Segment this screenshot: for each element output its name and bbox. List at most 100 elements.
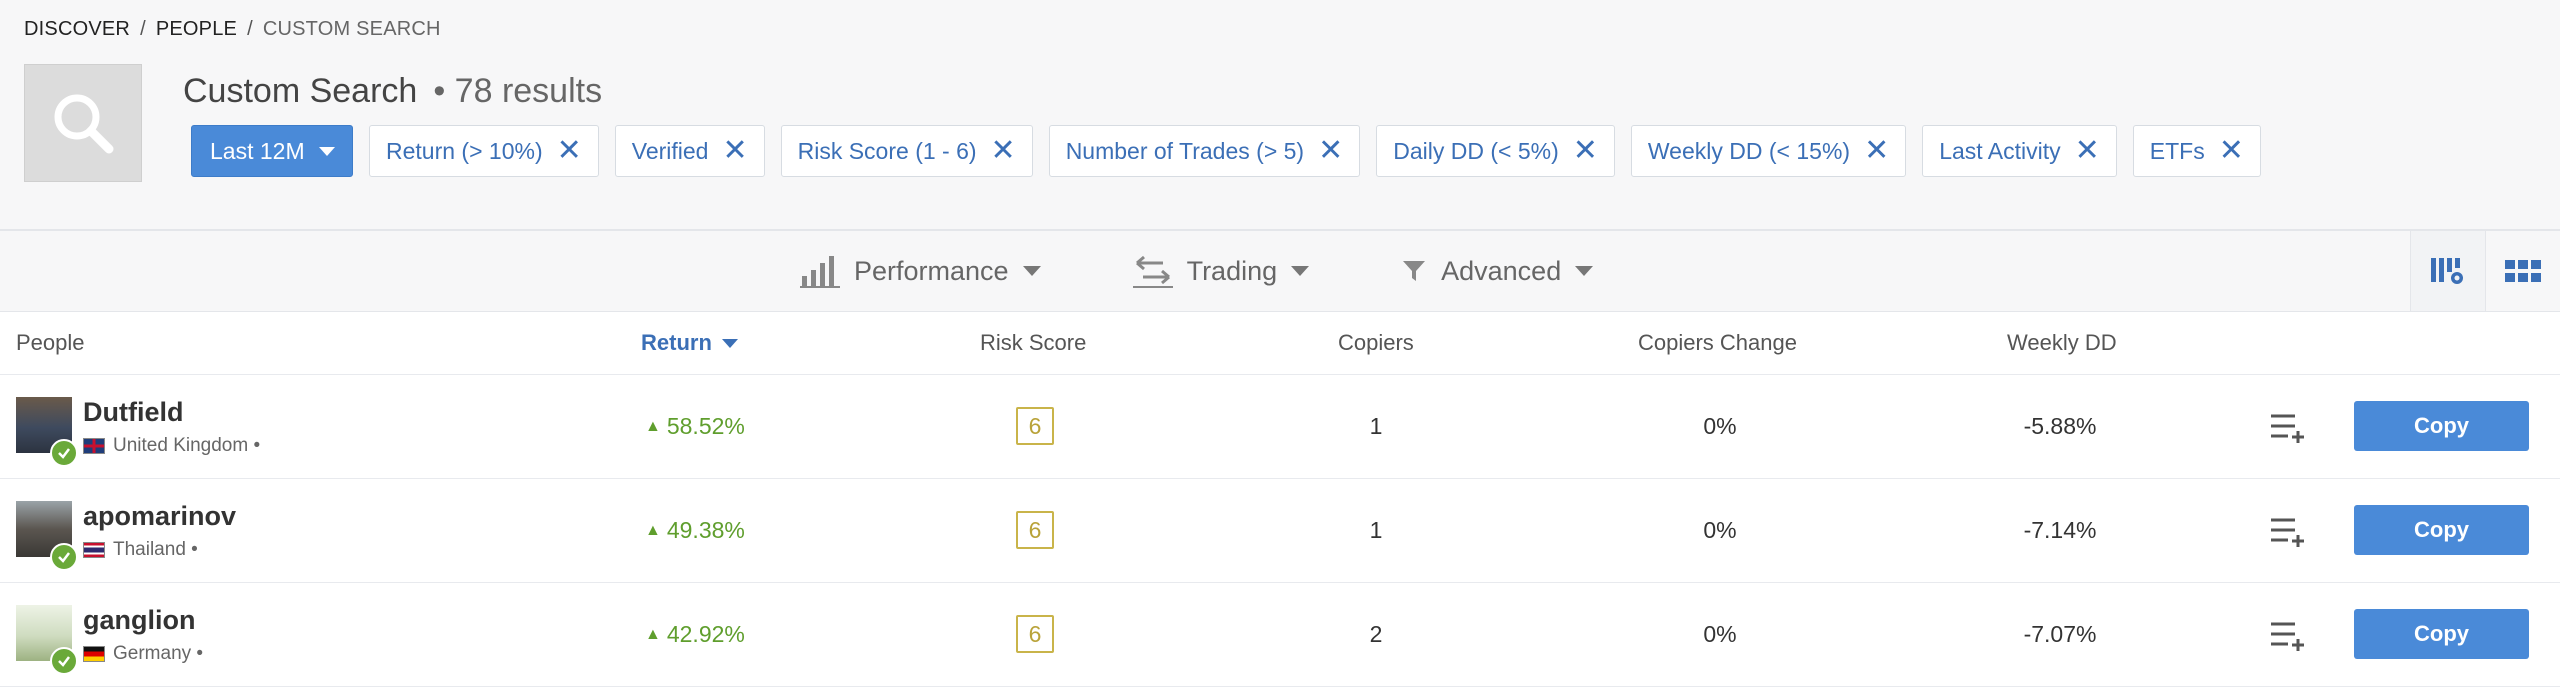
filter-chip-etfs[interactable]: ETFs ✕ bbox=[2132, 125, 2261, 177]
table-row[interactable]: apomarinov Thailand • ▲ 49.38% 6 1 0% -7.… bbox=[0, 479, 2560, 583]
remove-filter-icon[interactable]: ✕ bbox=[1573, 136, 1598, 166]
page-header: DISCOVER / PEOPLE / CUSTOM SEARCH Custom Sea… bbox=[0, 0, 2560, 231]
weekly-dd-value: -7.14% bbox=[2023, 517, 2097, 543]
uk-flag-icon bbox=[83, 438, 105, 454]
breadcrumb-separator: / bbox=[140, 18, 146, 40]
remove-filter-icon[interactable]: ✕ bbox=[2219, 136, 2244, 166]
remove-filter-icon[interactable]: ✕ bbox=[722, 136, 747, 166]
column-weekly-dd[interactable]: Weekly DD bbox=[2007, 312, 2117, 374]
trader-name[interactable]: Dutfield bbox=[83, 397, 184, 428]
verified-check-icon bbox=[50, 439, 78, 467]
return-text: 49.38% bbox=[666, 517, 745, 543]
copiers-value: 2 bbox=[1369, 621, 1383, 647]
breadcrumb-current: CUSTOM SEARCH bbox=[262, 18, 441, 40]
copiers-change-value: 0% bbox=[1703, 621, 1737, 647]
return-text: 58.52% bbox=[666, 413, 745, 439]
table-row[interactable]: Dutfield United Kingdom • ▲ 58.52% 6 1 0%… bbox=[0, 375, 2560, 479]
swap-arrows-icon bbox=[1132, 255, 1173, 288]
remove-filter-icon[interactable]: ✕ bbox=[1318, 136, 1343, 166]
column-menus: Performance Trading Advanced bbox=[800, 231, 1685, 311]
view-toggles bbox=[2410, 231, 2560, 311]
trading-menu[interactable]: Trading bbox=[1132, 254, 1310, 288]
return-value: ▲ 58.52% bbox=[645, 375, 745, 478]
advanced-label: Advanced bbox=[1441, 255, 1562, 286]
copiers-change-value: 0% bbox=[1703, 413, 1737, 439]
filter-chip-last-activity[interactable]: Last Activity ✕ bbox=[1922, 125, 2117, 177]
breadcrumb-people[interactable]: PEOPLE bbox=[156, 18, 237, 40]
trader-country: Germany • bbox=[83, 643, 203, 665]
table-header: People Return Risk Score Copiers Copiers… bbox=[0, 312, 2560, 375]
grid-view-button[interactable] bbox=[2485, 231, 2560, 311]
filter-chip-daily-dd[interactable]: Daily DD (< 5%) ✕ bbox=[1376, 125, 1615, 177]
risk-score-badge: 6 bbox=[1016, 615, 1054, 653]
risk-score-badge: 6 bbox=[1016, 511, 1054, 549]
list-settings-button[interactable] bbox=[2410, 231, 2485, 311]
return-text: 42.92% bbox=[666, 621, 745, 647]
table-row[interactable]: ganglion Germany • ▲ 42.92% 6 2 0% -7.07%… bbox=[0, 583, 2560, 687]
weekly-dd-value: -7.07% bbox=[2023, 621, 2097, 647]
weekly-dd-value: -5.88% bbox=[2023, 413, 2097, 439]
add-to-watchlist-icon[interactable] bbox=[2268, 511, 2308, 551]
filter-chips: Last 12M Return (> 10%) ✕ Verified ✕ Risk … bbox=[191, 125, 2261, 177]
chevron-down-icon bbox=[318, 146, 335, 156]
breadcrumb: DISCOVER / PEOPLE / CUSTOM SEARCH bbox=[24, 18, 441, 41]
trader-name[interactable]: apomarinov bbox=[83, 501, 236, 532]
chevron-down-icon bbox=[1575, 266, 1594, 276]
column-return-label: Return bbox=[641, 330, 712, 355]
column-copiers[interactable]: Copiers bbox=[1338, 312, 1414, 374]
column-copiers-change[interactable]: Copiers Change bbox=[1638, 312, 1797, 374]
add-to-watchlist-icon[interactable] bbox=[2268, 407, 2308, 447]
filter-chip-label: Number of Trades (> 5) bbox=[1065, 137, 1305, 164]
copy-button[interactable]: Copy bbox=[2354, 401, 2529, 451]
trader-country: Thailand • bbox=[83, 539, 198, 561]
add-to-watchlist-icon[interactable] bbox=[2268, 615, 2308, 655]
trading-label: Trading bbox=[1186, 255, 1278, 286]
advanced-menu[interactable]: Advanced bbox=[1401, 255, 1594, 287]
results-count: • 78 results bbox=[433, 72, 603, 110]
remove-filter-icon[interactable]: ✕ bbox=[991, 136, 1016, 166]
filter-chip-weekly-dd[interactable]: Weekly DD (< 15%) ✕ bbox=[1630, 125, 1907, 177]
column-people[interactable]: People bbox=[16, 312, 85, 374]
filter-chip-label: Daily DD (< 5%) bbox=[1393, 137, 1559, 164]
arrow-up-icon: ▲ bbox=[645, 417, 661, 435]
verified-check-icon bbox=[50, 543, 78, 571]
filter-chip-verified[interactable]: Verified ✕ bbox=[614, 125, 765, 177]
breadcrumb-discover[interactable]: DISCOVER bbox=[24, 18, 130, 40]
filter-funnel-icon bbox=[1403, 261, 1426, 281]
column-return[interactable]: Return bbox=[641, 312, 738, 374]
filter-chip-label: Verified bbox=[631, 137, 709, 164]
search-avatar-tile bbox=[24, 64, 142, 182]
copiers-value: 1 bbox=[1369, 413, 1383, 439]
remove-filter-icon[interactable]: ✕ bbox=[2075, 136, 2100, 166]
grid-view-icon bbox=[2505, 260, 2541, 282]
filter-chip-risk-score[interactable]: Risk Score (1 - 6) ✕ bbox=[780, 125, 1033, 177]
column-risk-score[interactable]: Risk Score bbox=[980, 312, 1086, 374]
filter-chip-label: Risk Score (1 - 6) bbox=[797, 137, 977, 164]
copy-button[interactable]: Copy bbox=[2354, 609, 2529, 659]
copiers-value: 1 bbox=[1369, 517, 1383, 543]
trader-name[interactable]: ganglion bbox=[83, 605, 195, 636]
column-toolbar: Performance Trading Advanced bbox=[0, 231, 2560, 312]
return-value: ▲ 49.38% bbox=[645, 479, 745, 582]
remove-filter-icon[interactable]: ✕ bbox=[1864, 136, 1889, 166]
trader-country: United Kingdom • bbox=[83, 435, 260, 457]
performance-menu[interactable]: Performance bbox=[800, 254, 1041, 288]
filter-chip-number-of-trades[interactable]: Number of Trades (> 5) ✕ bbox=[1048, 125, 1361, 177]
sort-desc-icon bbox=[721, 338, 738, 348]
country-label: United Kingdom • bbox=[113, 435, 261, 456]
filter-chip-label: Weekly DD (< 15%) bbox=[1647, 137, 1851, 164]
search-icon bbox=[54, 94, 114, 154]
arrow-up-icon: ▲ bbox=[645, 625, 661, 643]
period-dropdown[interactable]: Last 12M bbox=[191, 125, 353, 177]
copy-button[interactable]: Copy bbox=[2354, 505, 2529, 555]
filter-chip-return[interactable]: Return (> 10%) ✕ bbox=[369, 125, 599, 177]
chevron-down-icon bbox=[1022, 266, 1041, 276]
copiers-change-value: 0% bbox=[1703, 517, 1737, 543]
breadcrumb-separator: / bbox=[247, 18, 253, 40]
thailand-flag-icon bbox=[83, 542, 105, 558]
page-title: Custom Search bbox=[183, 72, 418, 110]
filter-chip-label: Last Activity bbox=[1939, 137, 2061, 164]
return-value: ▲ 42.92% bbox=[645, 583, 745, 686]
remove-filter-icon[interactable]: ✕ bbox=[557, 136, 582, 166]
arrow-up-icon: ▲ bbox=[645, 521, 661, 539]
